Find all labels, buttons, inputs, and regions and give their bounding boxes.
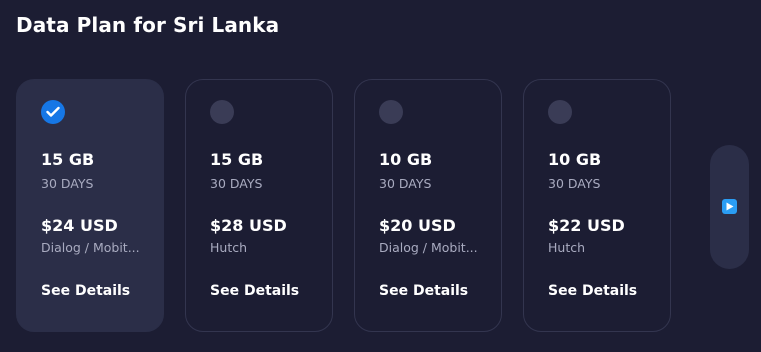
see-details-link[interactable]: See Details [41, 283, 130, 299]
plan-radio[interactable] [379, 100, 403, 124]
see-details-link[interactable]: See Details [548, 283, 637, 299]
see-details-link[interactable]: See Details [379, 283, 468, 299]
plan-radio[interactable] [210, 100, 234, 124]
see-details-link[interactable]: See Details [210, 283, 299, 299]
plan-card-1[interactable]: 15 GB 30 DAYS $28 USD Hutch See Details [185, 79, 333, 332]
plan-validity: 30 DAYS [379, 176, 432, 191]
plan-price: $22 USD [548, 216, 625, 235]
plan-operator: Hutch [210, 240, 248, 255]
plan-radio[interactable] [548, 100, 572, 124]
plan-validity: 30 DAYS [548, 176, 601, 191]
plan-validity: 30 DAYS [210, 176, 263, 191]
next-plans-button[interactable] [710, 145, 749, 269]
data-plan-page: Data Plan for Sri Lanka 15 GB 30 DAYS $2… [0, 0, 761, 352]
plan-price: $24 USD [41, 216, 118, 235]
plan-validity: 30 DAYS [41, 176, 94, 191]
plan-data-amount: 15 GB [210, 150, 264, 169]
play-icon [722, 199, 737, 214]
plan-card-0[interactable]: 15 GB 30 DAYS $24 USD Dialog / Mobit... … [16, 79, 164, 332]
plan-price: $20 USD [379, 216, 456, 235]
plan-operator: Dialog / Mobit... [41, 240, 140, 255]
plan-operator: Hutch [548, 240, 586, 255]
plan-data-amount: 15 GB [41, 150, 95, 169]
plan-data-amount: 10 GB [379, 150, 433, 169]
plan-operator: Dialog / Mobit... [379, 240, 478, 255]
page-title: Data Plan for Sri Lanka [16, 13, 280, 37]
plan-price: $28 USD [210, 216, 287, 235]
plan-card-2[interactable]: 10 GB 30 DAYS $20 USD Dialog / Mobit... … [354, 79, 502, 332]
plan-data-amount: 10 GB [548, 150, 602, 169]
plan-radio-selected[interactable] [41, 100, 65, 124]
check-icon [46, 106, 60, 117]
plan-card-3[interactable]: 10 GB 30 DAYS $22 USD Hutch See Details [523, 79, 671, 332]
